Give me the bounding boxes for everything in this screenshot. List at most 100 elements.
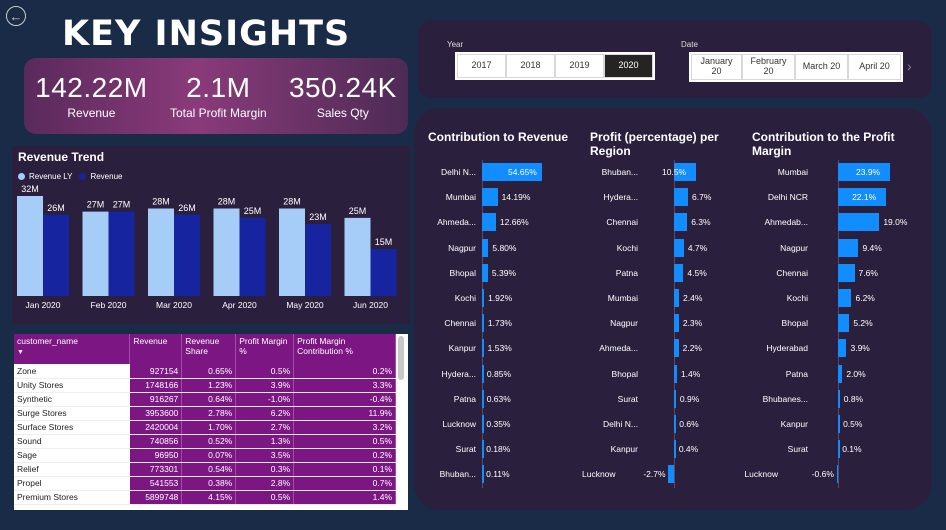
bar[interactable] (668, 465, 674, 484)
bar-row[interactable]: Mumbai 23.9% (744, 163, 932, 181)
bar[interactable] (482, 188, 498, 207)
bar-row[interactable]: Ahmeda... 12.66% (414, 213, 582, 232)
bar-row[interactable]: Delhi N... 0.6% (582, 415, 750, 433)
bar-row[interactable]: Hydera... 6.7% (582, 188, 750, 207)
trend-bar-revenue-ly[interactable] (148, 208, 174, 297)
bar[interactable] (674, 314, 679, 333)
bar[interactable] (838, 263, 855, 282)
bar[interactable] (674, 188, 689, 207)
bar[interactable] (482, 238, 489, 257)
table-row[interactable]: Zone 927154 0.65% 0.5% 0.2% (14, 364, 396, 379)
bar[interactable] (674, 415, 676, 433)
bar[interactable] (482, 289, 485, 307)
trend-bar-revenue[interactable] (239, 217, 266, 296)
column-header[interactable]: Revenue Share (181, 334, 237, 364)
table-row[interactable]: Premium Stores 5899748 4.15% 0.5% 1.4% (14, 490, 396, 505)
bar-row[interactable]: Kanpur 0.4% (582, 440, 750, 459)
bar[interactable] (674, 440, 676, 459)
bar-row[interactable]: Chennai 7.6% (744, 263, 932, 282)
bar[interactable] (836, 465, 839, 484)
table-row[interactable]: Surge Stores 3953600 2.78% 6.2% 11.9% (14, 406, 396, 421)
bar-row[interactable]: Patna 4.5% (582, 263, 750, 282)
bar[interactable] (482, 389, 484, 408)
bar[interactable] (674, 289, 680, 307)
back-arrow-icon[interactable]: ← (6, 6, 26, 26)
bar-row[interactable]: Bhubanes... 0.8% (744, 389, 932, 408)
column-header[interactable]: Profit Margin Contribution % (293, 334, 396, 364)
bar-row[interactable]: Delhi N... 54.65% (414, 163, 582, 181)
bar-row[interactable]: Nagpur 5.80% (414, 238, 582, 257)
bar[interactable] (838, 389, 840, 408)
bar[interactable] (482, 440, 484, 459)
bar-row[interactable]: Delhi NCR 22.1% (744, 188, 932, 207)
bar-row[interactable]: Chennai 6.3% (582, 213, 750, 232)
table-scrollbar[interactable] (398, 336, 404, 380)
bar-row[interactable]: Hydera... 0.85% (414, 364, 582, 383)
bar-row[interactable]: Ahmedab... 19.0% (744, 213, 932, 232)
table-row[interactable]: Propel 541553 0.38% 2.8% 0.7% (14, 476, 396, 491)
trend-bar-revenue-ly[interactable] (344, 217, 371, 296)
bar-row[interactable]: Hyderabad 3.9% (744, 339, 932, 358)
bar[interactable] (674, 389, 676, 408)
date-option-april[interactable]: April 20 (848, 54, 901, 80)
bar[interactable] (674, 364, 677, 383)
bar[interactable] (838, 415, 840, 433)
bar[interactable] (674, 263, 684, 282)
column-header[interactable]: customer_name ▼ (14, 334, 131, 364)
date-option-february[interactable]: February 20 (742, 54, 795, 80)
column-header[interactable]: Profit Margin % (235, 334, 295, 364)
bar[interactable] (482, 415, 484, 433)
bar[interactable] (482, 213, 496, 232)
trend-bar-revenue[interactable] (108, 211, 135, 296)
year-option-2020[interactable]: 2020 (604, 54, 653, 78)
bar-row[interactable]: Nagpur 2.3% (582, 314, 750, 333)
trend-bar-revenue[interactable] (370, 249, 397, 296)
year-option-2018[interactable]: 2018 (506, 54, 555, 78)
bar[interactable] (482, 263, 488, 282)
bar-row[interactable]: Kochi 1.92% (414, 289, 582, 307)
bar-row[interactable]: Chennai 1.73% (414, 314, 582, 333)
bar-row[interactable]: Surat 0.9% (582, 389, 750, 408)
table-row[interactable]: Sage 96950 0.07% 3.5% 0.2% (14, 448, 396, 463)
table-row[interactable]: Synthetic 916267 0.64% -1.0% -0.4% (14, 392, 396, 407)
bar-row[interactable]: Patna 0.63% (414, 389, 582, 408)
bar[interactable] (838, 289, 852, 307)
chevron-right-icon[interactable]: › (907, 58, 912, 74)
bar[interactable] (838, 440, 840, 459)
year-option-2019[interactable]: 2019 (555, 54, 604, 78)
table-row[interactable]: Unity Stores 1748166 1.23% 3.9% 3.3% (14, 378, 396, 393)
date-option-january[interactable]: January 20 (691, 54, 742, 80)
table-row[interactable]: Surface Stores 2420004 1.70% 2.7% 3.2% (14, 420, 396, 435)
bar-row[interactable]: Kanpur 1.53% (414, 339, 582, 358)
bar-row[interactable]: Bhuban... 0.11% (414, 465, 582, 484)
date-option-march[interactable]: March 20 (795, 54, 848, 80)
bar-row[interactable]: Kochi 4.7% (582, 238, 750, 257)
bar-row[interactable]: Lucknow -0.6% (744, 465, 932, 484)
bar-row[interactable]: Mumbai 14.19% (414, 188, 582, 207)
bar-row[interactable]: Ahmeda... 2.2% (582, 339, 750, 358)
bar[interactable] (838, 364, 843, 383)
table-row[interactable]: Sound 740856 0.52% 1.3% 0.5% (14, 434, 396, 449)
bar-row[interactable]: Surat 0.18% (414, 440, 582, 459)
bar[interactable] (838, 314, 850, 333)
trend-bar-revenue-ly[interactable] (279, 208, 305, 297)
trend-bar-revenue-ly[interactable] (213, 208, 240, 297)
bar-row[interactable]: Nagpur 9.4% (744, 238, 932, 257)
bar[interactable] (838, 213, 880, 232)
bar[interactable] (838, 238, 859, 257)
column-header[interactable]: Revenue (129, 334, 183, 364)
trend-bar-revenue[interactable] (43, 214, 69, 296)
trend-bar-revenue[interactable] (305, 224, 331, 296)
trend-bar-revenue-ly[interactable] (17, 196, 43, 296)
bar[interactable] (482, 339, 484, 358)
trend-bar-revenue[interactable] (174, 214, 200, 296)
bar-row[interactable]: Bhuban... 10.5% (582, 163, 750, 181)
bar-row[interactable]: Mumbai 2.4% (582, 289, 750, 307)
bar[interactable] (482, 364, 484, 383)
bar[interactable] (674, 213, 688, 232)
bar[interactable] (674, 238, 684, 257)
bar-row[interactable]: Kochi 6.2% (744, 289, 932, 307)
bar[interactable] (674, 339, 679, 358)
year-option-2017[interactable]: 2017 (457, 54, 506, 78)
bar[interactable] (482, 314, 484, 333)
